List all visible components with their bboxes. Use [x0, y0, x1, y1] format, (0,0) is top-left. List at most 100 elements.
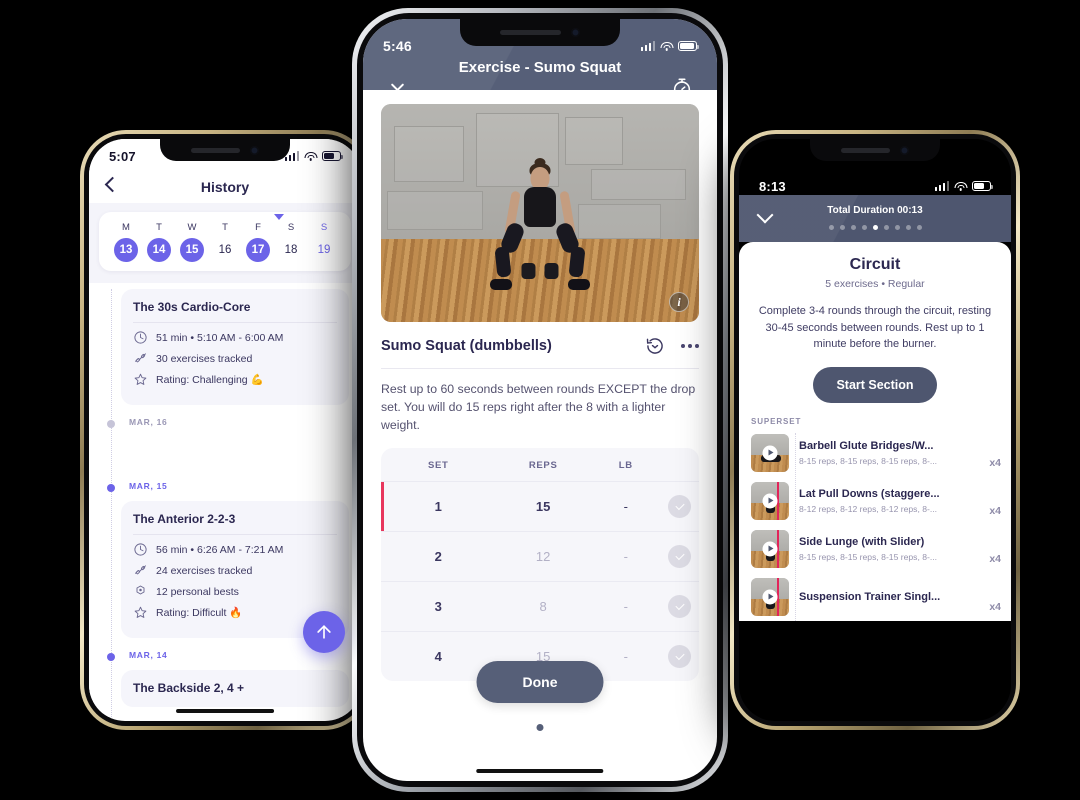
- exercise-round-count: x4: [989, 600, 1001, 613]
- sets-table-row[interactable]: 2 12-: [381, 531, 699, 581]
- column-header-set: SET: [427, 460, 449, 472]
- circuit-header: 8:13 Total Duration 00:13: [739, 179, 1011, 242]
- close-icon[interactable]: [389, 81, 406, 98]
- section-description: Complete 3-4 rounds through the circuit,…: [758, 305, 992, 350]
- workout-stat-text: 30 exercises tracked: [156, 352, 253, 365]
- calendar-day-18[interactable]: S 18: [276, 222, 306, 262]
- scroll-to-top-button[interactable]: [303, 611, 345, 653]
- workout-stat-row: 12 personal bests: [133, 584, 337, 599]
- set-weight[interactable]: -: [591, 499, 661, 514]
- wall-panel: [393, 125, 464, 183]
- set-complete-cell[interactable]: [661, 645, 699, 669]
- calendar-dow-label: M: [122, 222, 130, 233]
- calendar-day-13[interactable]: M 13: [111, 222, 141, 262]
- exercise-video-preview[interactable]: i: [381, 104, 699, 322]
- calendar-day-14[interactable]: T 14: [144, 222, 174, 262]
- done-button[interactable]: Done: [476, 661, 604, 703]
- set-complete-cell[interactable]: [661, 595, 699, 619]
- status-icons: [934, 181, 993, 191]
- workout-stat-text: Rating: Challenging 💪: [156, 374, 264, 386]
- screenshot-stage: 5:07 History M 13 T 14 W 15 T 16 F 17 S 18 S 19: [0, 0, 1080, 800]
- exercise-header: Sumo Squat (dumbbells): [381, 336, 699, 369]
- calendar-dow-label: W: [187, 222, 197, 233]
- set-weight[interactable]: -: [591, 599, 661, 614]
- set-weight[interactable]: -: [591, 549, 661, 564]
- more-options-icon[interactable]: [681, 344, 699, 348]
- exercise-thumbnail[interactable]: [751, 433, 789, 472]
- calendar-dow-label: T: [156, 222, 162, 233]
- exercise-reps-detail: 8-12 reps, 8-12 reps, 8-12 reps, 8-...: [799, 503, 938, 514]
- calendar-dow-label: T: [222, 222, 228, 233]
- cellular-signal-icon: [934, 181, 949, 191]
- set-reps[interactable]: 15: [495, 499, 590, 514]
- earpiece-speaker: [840, 147, 891, 153]
- exercise-list-item[interactable]: Suspension Trainer Singl... x4: [739, 573, 1011, 621]
- sets-table: SET REPS LB 1 15-2 12-3 8-4 15-: [381, 448, 699, 682]
- calendar-day-17[interactable]: F 17: [243, 222, 273, 262]
- status-icons: [640, 41, 699, 51]
- exercise-thumbnail[interactable]: [751, 577, 789, 616]
- exercise-demonstrator: [490, 158, 590, 291]
- stopwatch-icon[interactable]: [671, 77, 693, 99]
- start-section-button[interactable]: Start Section: [813, 366, 937, 403]
- exercise-actions: [645, 336, 699, 356]
- calendar-day-number: 17: [246, 238, 270, 262]
- status-icons: [284, 151, 343, 161]
- dumbbell-icon: [133, 351, 148, 366]
- calendar-day-number: 13: [114, 238, 138, 262]
- status-time: 8:13: [759, 178, 786, 194]
- exercise-list-item[interactable]: Side Lunge (with Slider) 8-15 reps, 8-15…: [739, 525, 1011, 573]
- front-camera-icon: [250, 145, 260, 155]
- info-icon[interactable]: i: [669, 292, 689, 312]
- phone-right-circuit: 8:13 Total Duration 00:13 Circuit 5 exer…: [730, 130, 1020, 730]
- workout-card[interactable]: The Backside 2, 4 +: [121, 670, 349, 707]
- wifi-icon: [304, 151, 317, 161]
- set-weight[interactable]: -: [591, 649, 661, 664]
- set-reps[interactable]: 12: [495, 549, 590, 564]
- front-camera-icon: [900, 145, 910, 155]
- superset-label: SUPERSET: [751, 416, 802, 426]
- calendar-day-15[interactable]: W 15: [177, 222, 207, 262]
- history-clock-icon[interactable]: [645, 336, 665, 356]
- exercise-list-item[interactable]: Barbell Glute Bridges/W... 8-15 reps, 8-…: [739, 429, 1011, 477]
- check-icon[interactable]: [668, 595, 692, 619]
- exercise-thumbnail[interactable]: [751, 529, 789, 568]
- wall-panel: [590, 169, 687, 200]
- calendar-day-19[interactable]: S 19: [309, 222, 339, 262]
- timeline-empty-day: [89, 431, 361, 469]
- set-complete-cell[interactable]: [661, 495, 699, 519]
- exercise-thumbnail[interactable]: [751, 481, 789, 520]
- notch: [460, 19, 620, 46]
- exercise-list-connector: [795, 432, 796, 621]
- sets-table-row[interactable]: 3 8-: [381, 581, 699, 631]
- workout-card-title: The Backside 2, 4 +: [133, 681, 245, 695]
- calendar-days-row: M 13 T 14 W 15 T 16 F 17 S 18 S 19: [107, 222, 343, 262]
- workout-card[interactable]: The 30s Cardio-Core 51 min • 5:10 AM - 6:…: [121, 289, 349, 405]
- phone-center-exercise: 5:46 Exercise - Sumo Squat: [352, 8, 728, 792]
- workout-stat-row: 24 exercises tracked: [133, 563, 337, 578]
- calendar-card[interactable]: M 13 T 14 W 15 T 16 F 17 S 18 S 19: [99, 212, 351, 271]
- calendar-day-16[interactable]: T 16: [210, 222, 240, 262]
- phone-left-history: 5:07 History M 13 T 14 W 15 T 16 F 17 S 18 S 19: [80, 130, 370, 730]
- status-time: 5:07: [109, 148, 136, 164]
- play-icon[interactable]: [762, 445, 778, 460]
- check-icon[interactable]: [668, 545, 692, 569]
- exercise-list-item[interactable]: Lat Pull Downs (staggere... 8-12 reps, 8…: [739, 477, 1011, 525]
- calendar-day-number: 15: [180, 238, 204, 262]
- set-complete-cell[interactable]: [661, 545, 699, 569]
- notch: [810, 139, 940, 161]
- play-icon[interactable]: [762, 493, 778, 508]
- sets-table-row[interactable]: 1 15-: [381, 481, 699, 532]
- phone-right-screen: 8:13 Total Duration 00:13 Circuit 5 exer…: [739, 139, 1011, 721]
- exercise-round-count: x4: [989, 552, 1001, 565]
- timeline-date-label: MAR, 16: [89, 405, 361, 431]
- set-reps[interactable]: 8: [495, 599, 590, 614]
- workout-stat-row: Rating: Challenging 💪: [133, 372, 337, 387]
- check-icon[interactable]: [668, 495, 692, 519]
- exercise-name: Lat Pull Downs (staggere...: [799, 487, 940, 500]
- play-icon[interactable]: [762, 589, 778, 604]
- set-number: 2: [434, 549, 442, 565]
- play-icon[interactable]: [762, 541, 778, 556]
- front-camera-icon: [570, 28, 580, 37]
- check-icon[interactable]: [668, 645, 692, 669]
